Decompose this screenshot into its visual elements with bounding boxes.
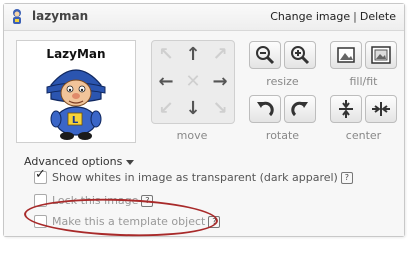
- fill-image-icon: [337, 47, 355, 63]
- move-up-left-icon[interactable]: ↖: [153, 42, 179, 68]
- caret-down-icon: [126, 159, 135, 165]
- center-vertical-button[interactable]: [330, 95, 362, 123]
- fit-button[interactable]: [365, 41, 397, 69]
- rotate-right-button[interactable]: [284, 95, 316, 123]
- user-figure-icon: [13, 9, 21, 24]
- center-label: center: [345, 129, 382, 142]
- fill-fit-label: fill/fit: [349, 75, 378, 88]
- panel-header: lazyman Change image | Delete: [4, 4, 404, 31]
- rotate-label: rotate: [265, 129, 300, 142]
- transparent-whites-checkbox[interactable]: ✓: [34, 167, 47, 184]
- rotate-left-button[interactable]: [249, 95, 281, 123]
- fit-image-icon: [371, 46, 391, 64]
- rotate-left-icon: [257, 101, 274, 117]
- center-horizontal-button[interactable]: [365, 95, 397, 123]
- move-left-icon[interactable]: ←: [153, 69, 179, 95]
- lazyman-mascot-image: LazyMan L: [46, 47, 106, 140]
- move-down-left-icon[interactable]: ↙: [153, 96, 179, 122]
- help-icon[interactable]: ?: [340, 172, 353, 184]
- move-center-icon[interactable]: ✕: [180, 69, 206, 95]
- zoom-out-button[interactable]: [249, 41, 281, 69]
- change-image-link[interactable]: Change image: [270, 10, 350, 23]
- resize-label: resize: [266, 75, 299, 88]
- checkmark-icon: ✓: [35, 167, 46, 182]
- image-thumbnail: LazyMan L: [16, 40, 136, 143]
- header-actions: Change image | Delete: [270, 10, 396, 23]
- transparent-whites-label: Show whites in image as transparent (dar…: [52, 171, 338, 184]
- rotate-right-icon: [291, 101, 308, 117]
- center-horizontal-icon: [372, 102, 390, 116]
- move-up-icon[interactable]: ↑: [180, 42, 206, 68]
- fill-button[interactable]: [330, 41, 362, 69]
- image-title: lazyman: [32, 9, 89, 23]
- header-separator: |: [353, 10, 357, 23]
- zoom-in-button[interactable]: [284, 41, 316, 69]
- zoom-out-icon: [256, 46, 275, 65]
- move-up-right-icon[interactable]: ↗: [207, 42, 233, 68]
- move-right-icon[interactable]: →: [207, 69, 233, 95]
- delete-link[interactable]: Delete: [360, 10, 396, 23]
- mascot-caption: LazyMan: [46, 47, 105, 61]
- zoom-in-icon: [291, 46, 310, 65]
- move-label: move: [176, 129, 208, 142]
- center-vertical-icon: [339, 100, 353, 118]
- mascot-badge: L: [72, 115, 79, 126]
- move-pad: ↖ ↑ ↗ ← ✕ → ↙ ↓ ↘: [151, 40, 235, 124]
- move-down-right-icon[interactable]: ↘: [207, 96, 233, 122]
- move-down-icon[interactable]: ↓: [180, 96, 206, 122]
